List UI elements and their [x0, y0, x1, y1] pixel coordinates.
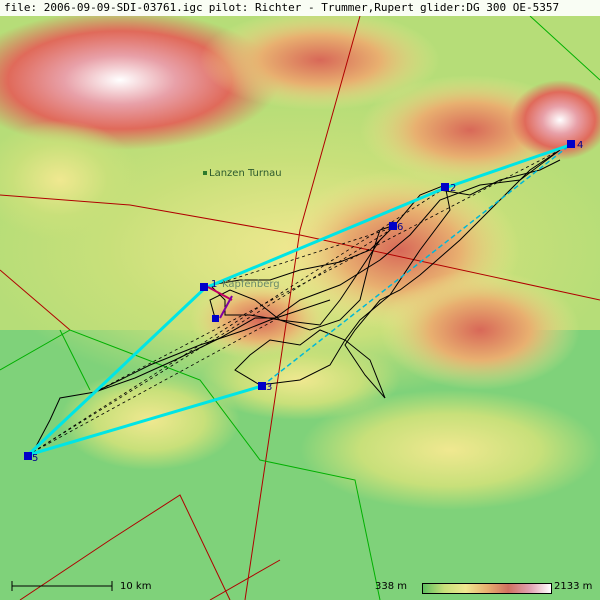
file-info-header: file: 2006-09-09-SDI-03761.igc pilot: Ric… [0, 0, 600, 16]
pilot-name: pilot: Richter - Trummer,Rupert [208, 1, 414, 14]
map-view[interactable]: 1 2 3 4 5 6 file: 2006-09-09-SDI-03761.i… [0, 0, 600, 600]
svg-text:1: 1 [211, 279, 217, 290]
scale-label: 10 km [120, 581, 152, 592]
svg-text:2: 2 [450, 183, 456, 194]
elevation-max-label: 2133 m [554, 581, 593, 592]
terrain-map: 1 2 3 4 5 6 [0, 0, 600, 600]
svg-text:6: 6 [397, 222, 403, 233]
elevation-legend-bar [422, 583, 552, 594]
turnpoint-extra[interactable] [212, 315, 219, 322]
svg-text:5: 5 [32, 453, 38, 464]
place-marker-icon [203, 171, 207, 175]
place-label-lanzen-turnau: Lanzen Turnau [203, 168, 282, 179]
glider-info: glider:DG 300 OE-5357 [420, 1, 560, 14]
elevation-min-label: 338 m [375, 581, 408, 592]
svg-text:3: 3 [266, 382, 272, 393]
place-name: Kapfenberg [222, 279, 280, 290]
file-name: file: 2006-09-09-SDI-03761.igc [4, 1, 203, 14]
place-label-kapfenberg: Kapfenberg [222, 279, 280, 290]
svg-text:4: 4 [577, 140, 583, 151]
place-name: Lanzen Turnau [209, 168, 282, 179]
